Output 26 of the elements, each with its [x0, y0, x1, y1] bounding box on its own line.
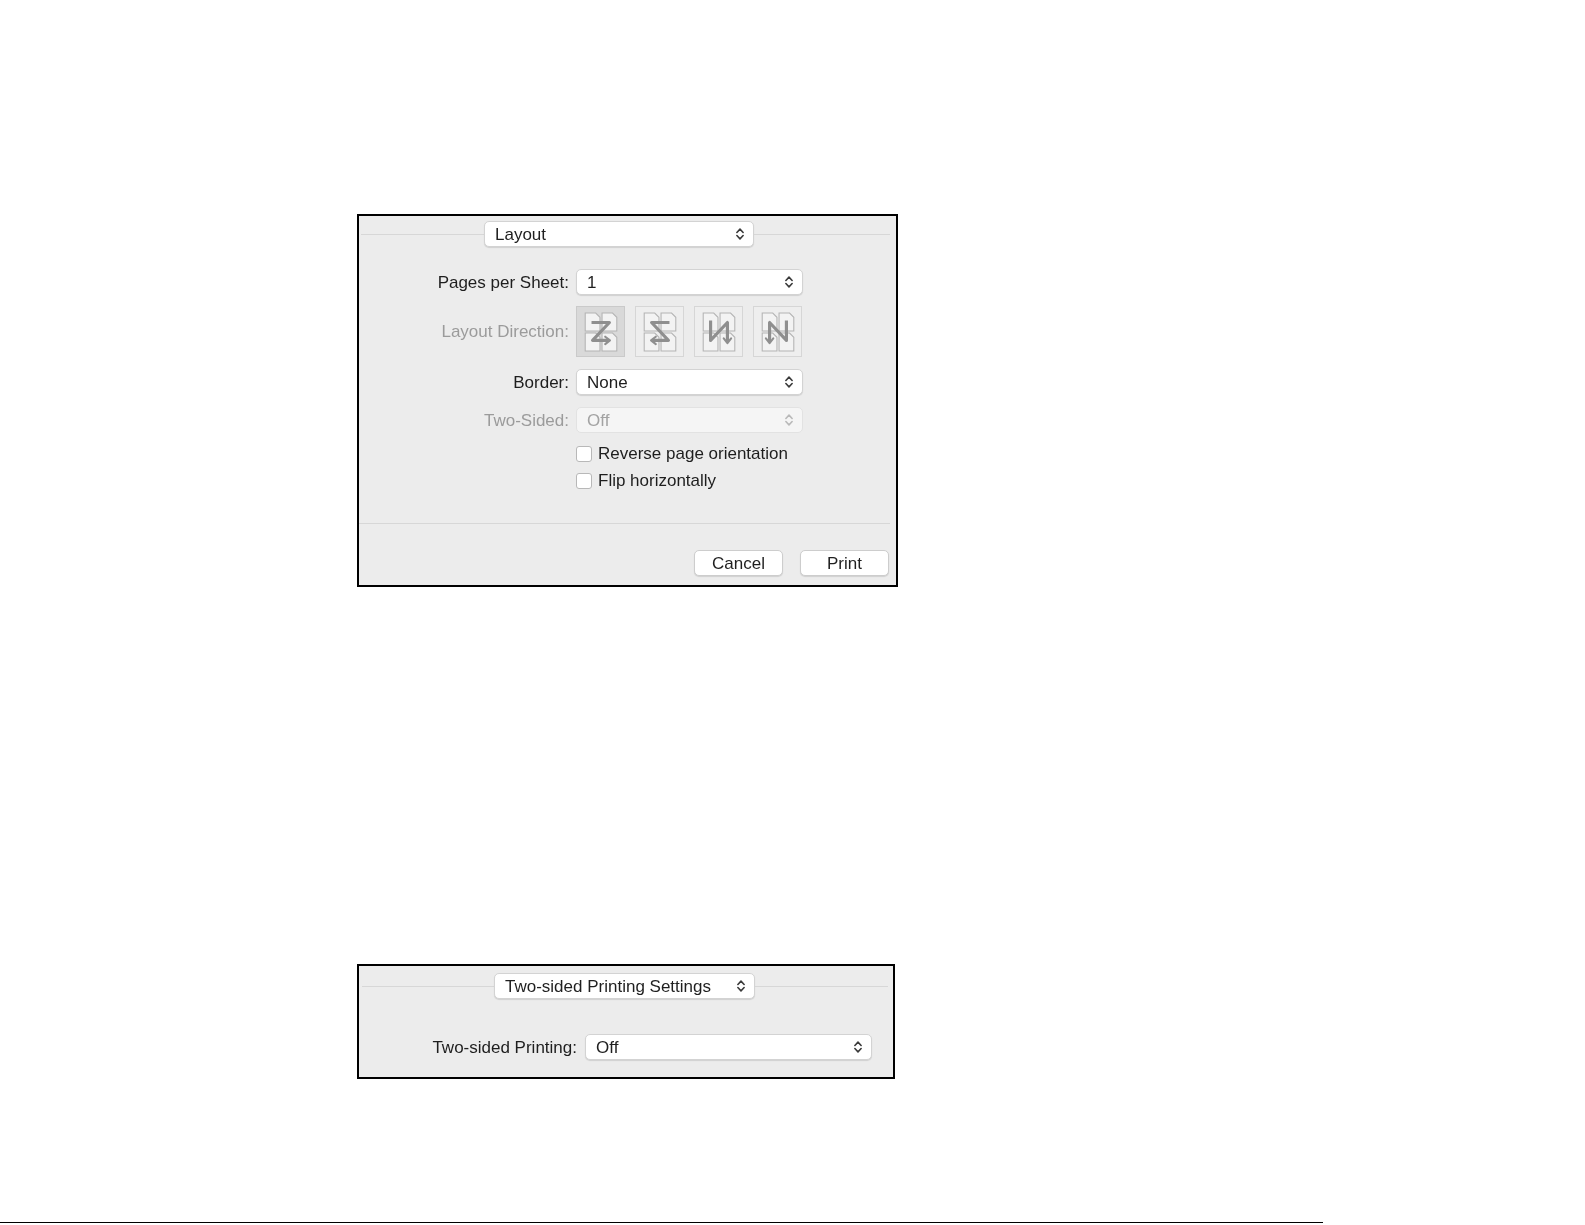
dialog-button[interactable]: Print — [800, 550, 889, 576]
checkbox-label[interactable]: Reverse page orientation — [598, 445, 788, 462]
option-dropdown[interactable]: None — [576, 369, 803, 395]
field-label: Pages per Sheet: — [436, 273, 569, 291]
chevron-up-down-icon — [737, 980, 745, 992]
chevron-up-down-icon — [785, 376, 793, 388]
field-label: Border: — [512, 373, 569, 391]
reverse-n-arrow-icon — [700, 311, 737, 352]
option-dropdown[interactable]: Off — [585, 1034, 872, 1060]
chevron-up-down-icon — [785, 414, 793, 426]
dialog-button[interactable]: Cancel — [694, 550, 783, 576]
checkbox-label[interactable]: Flip horizontally — [598, 472, 717, 489]
reverse-z-arrow-icon — [641, 311, 678, 352]
field-label: Layout Direction: — [440, 323, 569, 340]
chevron-up-down-icon — [854, 1041, 862, 1053]
checkbox[interactable] — [576, 445, 592, 462]
checkbox[interactable] — [576, 472, 592, 489]
field-label: Two-Sided: — [482, 411, 569, 429]
chevron-up-down-icon — [736, 228, 744, 240]
chevron-up-down-icon — [785, 276, 793, 288]
n-arrow-icon — [759, 311, 796, 352]
panel-dropdown[interactable]: Layout — [484, 221, 754, 247]
field-label: Two-sided Printing: — [431, 1038, 577, 1056]
z-arrow-icon — [582, 311, 619, 352]
panel-dropdown[interactable]: Two-sided Printing Settings — [494, 973, 755, 999]
option-dropdown[interactable]: 1 — [576, 269, 803, 295]
